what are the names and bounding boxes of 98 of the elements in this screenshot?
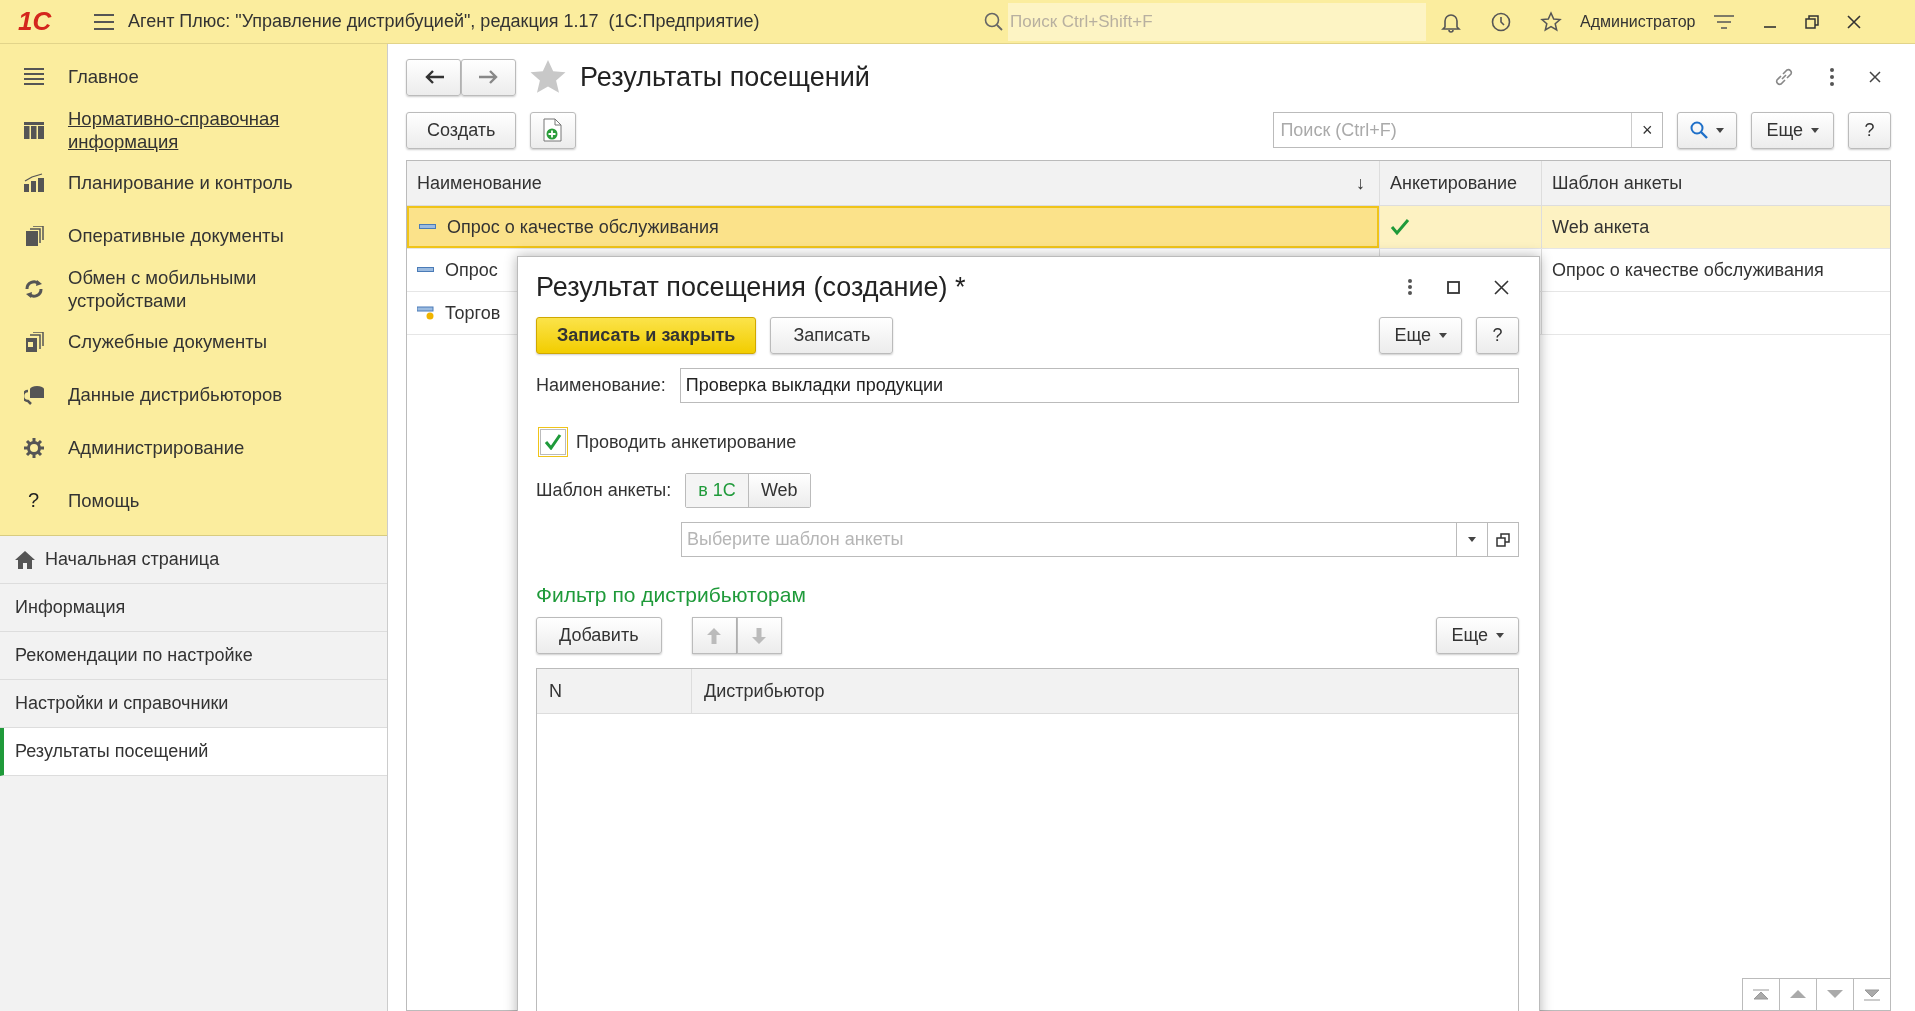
scroll-bottom-button[interactable] <box>1853 978 1890 1010</box>
caret-icon <box>1716 127 1725 133</box>
gear-icon <box>24 437 44 458</box>
columns-icon <box>24 119 44 140</box>
column-header[interactable]: N <box>537 669 692 713</box>
arrow-bottom-icon <box>1864 988 1880 1001</box>
template-select-field[interactable]: Выберите шаблон анкеты <box>681 522 1457 557</box>
help-button[interactable]: ? <box>1476 317 1519 354</box>
section-item[interactable]: Планирование и контроль <box>0 156 387 209</box>
table-cell: Опрос о качестве обслуживания <box>447 216 719 238</box>
column-header[interactable]: Шаблон анкеты <box>1541 161 1890 205</box>
restore-icon[interactable] <box>1805 14 1820 29</box>
close-icon[interactable] <box>1494 279 1509 295</box>
chart-icon <box>24 172 44 193</box>
caret-icon <box>1468 537 1476 542</box>
search-field[interactable]: Поиск Ctrl+Shift+F <box>1008 2 1426 41</box>
open-page-tab[interactable]: Результаты посещений <box>0 728 387 776</box>
sync-icon <box>24 278 44 299</box>
history-icon[interactable] <box>1490 10 1512 33</box>
create-button[interactable]: Создать <box>406 111 517 149</box>
scroll-top-button[interactable] <box>1742 978 1779 1010</box>
arrow-top-icon <box>1753 988 1769 1001</box>
maximize-icon[interactable] <box>1447 280 1460 294</box>
section-item[interactable]: Служебные документы <box>0 315 387 368</box>
help-button[interactable]: ? <box>1848 111 1891 149</box>
caret-icon <box>1496 633 1504 638</box>
item-icon <box>419 224 437 230</box>
link-icon[interactable] <box>1773 66 1795 88</box>
section-item[interactable]: Данные дистрибьюторов <box>0 368 387 421</box>
more-button[interactable]: Еще <box>1379 317 1462 354</box>
app-logo: 1С <box>18 6 53 37</box>
survey-checkbox[interactable] <box>540 429 566 455</box>
column-header[interactable]: Наименование ↓ <box>407 161 1379 205</box>
open-window-icon <box>1496 532 1510 547</box>
form-title: Результаты посещений <box>580 61 870 93</box>
arrow-down-icon <box>1827 990 1843 999</box>
documents-icon <box>24 331 44 352</box>
more-button[interactable]: Еще <box>1436 617 1519 654</box>
database-icon <box>24 384 44 405</box>
column-header[interactable]: Анкетирование <box>1379 161 1541 205</box>
section-item[interactable]: Администрирование <box>0 421 387 474</box>
name-field[interactable]: Проверка выкладки продукции <box>679 368 1519 403</box>
clear-button[interactable]: × <box>1631 113 1663 147</box>
star-icon[interactable] <box>1540 10 1562 33</box>
close-icon[interactable] <box>1869 71 1881 83</box>
table-cell: Опрос <box>445 259 498 281</box>
save-button[interactable]: Записать <box>770 317 894 354</box>
section-item[interactable]: Оперативные документы <box>0 209 387 262</box>
close-icon[interactable] <box>1847 14 1862 29</box>
table-cell: Торгов <box>445 302 501 324</box>
home-icon <box>15 550 35 569</box>
menu-icon[interactable] <box>94 13 114 30</box>
search-button[interactable] <box>1677 111 1738 149</box>
arrow-left-icon <box>423 70 444 84</box>
search-field[interactable]: Поиск (Ctrl+F) × <box>1273 112 1664 148</box>
section-item[interactable]: Нормативно-справочная информация <box>0 103 387 156</box>
section-item[interactable]: Главное <box>0 50 387 103</box>
search-icon <box>984 11 1004 32</box>
open-page-tab[interactable]: Рекомендации по настройке <box>0 632 387 680</box>
arrow-up-icon <box>1790 990 1806 999</box>
checkbox-label: Проводить анкетирование <box>576 431 797 453</box>
arrow-down-icon <box>752 627 767 644</box>
open-page-tab[interactable]: Начальная страница <box>0 536 387 584</box>
help-icon: ? <box>24 489 40 512</box>
star-icon[interactable] <box>530 60 566 94</box>
search-icon <box>1690 121 1709 139</box>
dialog-title: Результат посещения (создание) * <box>536 271 966 303</box>
save-close-button[interactable]: Записать и закрыть <box>536 317 757 354</box>
caret-icon <box>1439 333 1447 338</box>
documents-icon <box>24 225 44 246</box>
arrow-right-icon <box>478 70 499 84</box>
table-cell: Web анкета <box>1552 216 1650 238</box>
window-title: Агент Плюс: "Управление дистрибуцией", редакция 1.17 (1С:Предприятие) <box>128 11 761 32</box>
more-icon[interactable] <box>1829 67 1835 87</box>
user-name[interactable]: Администратор <box>1580 12 1696 31</box>
section-item[interactable]: Обмен с мобильными устройствами <box>0 262 387 315</box>
field-label: Наименование: <box>536 375 666 396</box>
create-copy-button[interactable] <box>530 111 577 149</box>
list-icon <box>24 66 44 87</box>
add-button[interactable]: Добавить <box>536 617 662 654</box>
settings-icon[interactable] <box>1713 12 1736 31</box>
field-label: Шаблон анкеты: <box>536 480 672 501</box>
item-icon <box>417 267 435 273</box>
item-marked-icon <box>417 306 435 320</box>
column-header[interactable]: Дистрибьютор <box>692 669 837 713</box>
more-button[interactable]: Еще <box>1751 111 1834 149</box>
back-button[interactable] <box>406 58 461 96</box>
caret-icon <box>1811 127 1819 133</box>
template-type-option[interactable]: Web <box>747 474 810 507</box>
more-icon[interactable] <box>1407 278 1413 296</box>
checkmark-icon <box>1390 218 1410 236</box>
section-item[interactable]: ? Помощь <box>0 474 387 527</box>
arrow-up-icon <box>707 627 722 644</box>
document-add-icon <box>543 118 564 142</box>
open-page-tab[interactable]: Информация <box>0 584 387 632</box>
open-button[interactable] <box>1488 522 1519 557</box>
section-heading: Фильтр по дистрибьюторам <box>536 583 807 607</box>
table-cell: Опрос о качестве обслуживания <box>1552 259 1824 281</box>
